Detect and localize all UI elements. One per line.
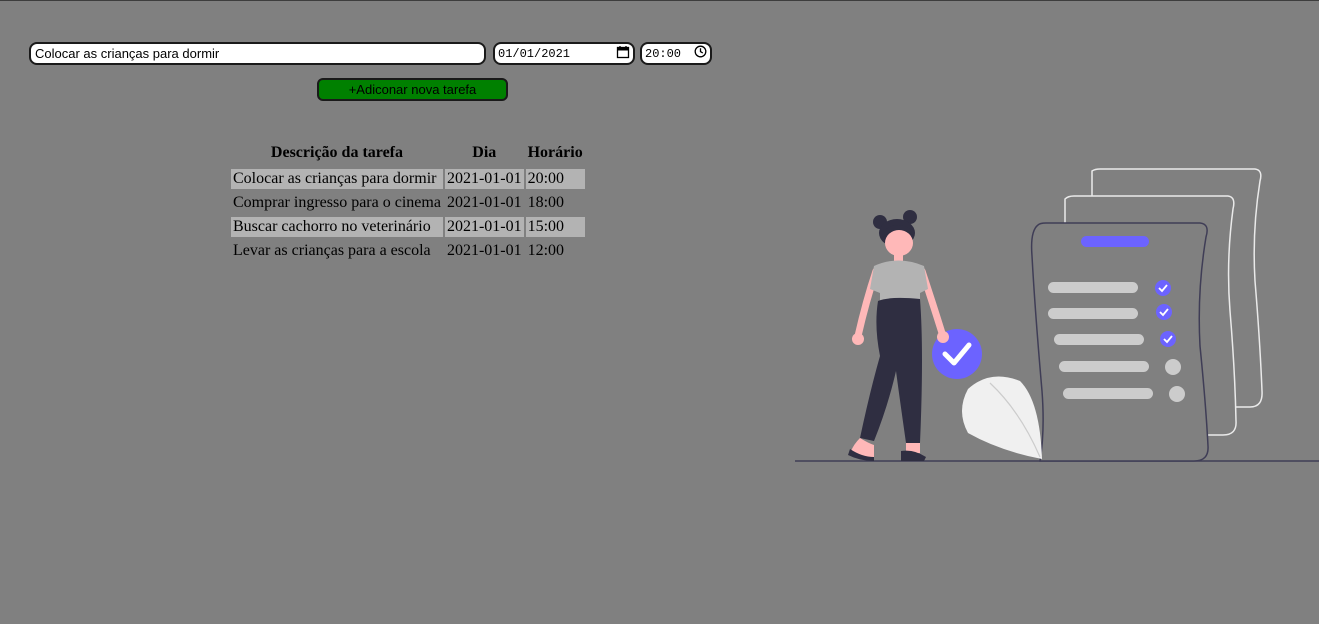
todo-list-woman-illustration <box>795 168 1319 462</box>
task-description-input[interactable] <box>29 42 486 65</box>
row-day: 2021-01-01 <box>446 194 522 211</box>
header-description: Descrição da tarefa <box>270 144 404 161</box>
table-row: Colocar as crianças para dormir 2021-01-… <box>231 169 585 189</box>
time-value: 20:00 <box>645 46 682 61</box>
woman-figure <box>848 210 949 461</box>
list-line <box>1048 308 1138 319</box>
header-day: Dia <box>472 144 497 161</box>
row-time: 12:00 <box>527 242 565 259</box>
row-description: Colocar as crianças para dormir <box>231 169 443 189</box>
row-day: 2021-01-01 <box>444 217 524 237</box>
task-table: Descrição da tarefa Dia Horário Colocar … <box>229 139 587 265</box>
task-date-input[interactable]: 01/01/2021 <box>493 42 635 65</box>
checked-dot <box>1156 304 1172 320</box>
row-time: 20:00 <box>525 169 585 189</box>
row-description: Comprar ingresso para o cinema <box>233 194 441 211</box>
row-time: 15:00 <box>525 217 585 237</box>
unchecked-dot <box>1165 359 1181 375</box>
checked-dot <box>1155 280 1171 296</box>
unchecked-dot <box>1169 386 1185 402</box>
list-line <box>1059 361 1149 372</box>
list-line <box>1054 334 1144 345</box>
add-task-button[interactable]: +Adiconar nova tarefa <box>317 78 508 101</box>
row-description: Buscar cachorro no veterinário <box>231 217 443 237</box>
row-time: 18:00 <box>527 194 565 211</box>
header-time: Horário <box>527 144 583 161</box>
leaf-shape <box>962 376 1042 459</box>
table-row: Buscar cachorro no veterinário 2021-01-0… <box>231 217 585 237</box>
row-description: Levar as crianças para a escola <box>233 242 431 259</box>
row-day: 2021-01-01 <box>446 242 522 259</box>
clock-icon[interactable] <box>694 45 707 62</box>
list-line <box>1063 388 1153 399</box>
table-row: Levar as crianças para a escola 2021-01-… <box>231 241 585 261</box>
row-day: 2021-01-01 <box>444 169 524 189</box>
checked-dot <box>1160 331 1176 347</box>
task-time-input[interactable]: 20:00 <box>640 42 712 65</box>
table-header-row: Descrição da tarefa Dia Horário <box>231 143 585 165</box>
date-value: 01/01/2021 <box>498 46 571 61</box>
calendar-icon[interactable] <box>616 45 630 63</box>
table-row: Comprar ingresso para o cinema 2021-01-0… <box>231 193 585 213</box>
list-line <box>1048 282 1138 293</box>
paper-header-bar <box>1081 236 1149 247</box>
